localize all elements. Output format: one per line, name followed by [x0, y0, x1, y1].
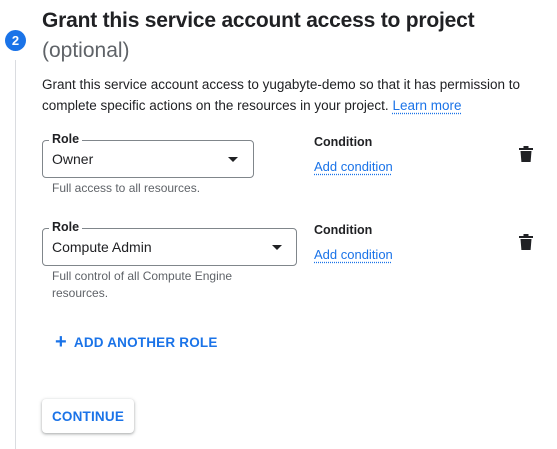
description-line-2-text: complete specific actions on the resourc… — [42, 98, 389, 113]
dropdown-caret-icon — [272, 245, 282, 250]
step-number-badge: 2 — [5, 30, 26, 51]
learn-more-link[interactable]: Learn more — [392, 98, 461, 113]
add-another-role-label: ADD ANOTHER ROLE — [73, 334, 218, 350]
role-select-1-value: Owner — [52, 151, 94, 167]
plus-icon: + — [55, 331, 67, 353]
step-title: Grant this service account access to pro… — [42, 9, 475, 32]
role-hint-1: Full access to all resources. — [52, 181, 201, 195]
add-another-role-button[interactable]: + ADD ANOTHER ROLE — [55, 331, 218, 353]
role-hint-2-line-1: Full control of all Compute Engine — [52, 269, 233, 283]
role-hint-2: Full control of all Compute Engine resou… — [52, 268, 232, 302]
service-account-step-panel: 2 Grant this service account access to p… — [0, 0, 557, 449]
role-label-1: Role — [49, 132, 83, 146]
description-line-1: Grant this service account access to yug… — [42, 77, 520, 92]
condition-label-1: Condition — [314, 135, 373, 149]
role-label-2: Role — [49, 220, 83, 234]
continue-button[interactable]: CONTINUE — [42, 399, 134, 433]
role-hint-2-line-2: resources. — [52, 286, 109, 300]
role-select-2-value: Compute Admin — [52, 239, 152, 255]
description-line-2: complete specific actions on the resourc… — [42, 95, 554, 116]
dropdown-caret-icon — [228, 157, 238, 162]
condition-label-2: Condition — [314, 223, 373, 237]
step-connector-line — [15, 60, 16, 449]
trash-icon[interactable] — [519, 146, 533, 162]
step-description: Grant this service account access to yug… — [42, 74, 554, 116]
step-subtitle: (optional) — [42, 39, 130, 62]
trash-icon[interactable] — [519, 234, 533, 250]
add-condition-link-1[interactable]: Add condition — [314, 159, 393, 174]
add-condition-link-2[interactable]: Add condition — [314, 247, 393, 262]
